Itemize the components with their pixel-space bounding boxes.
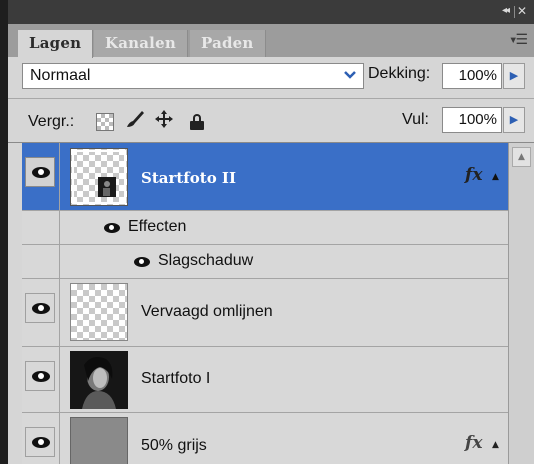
- panel-title-bar: ◂◂ ✕: [8, 0, 534, 24]
- layer-name[interactable]: Vervaagd omlijnen: [141, 303, 273, 321]
- visibility-cell: [22, 211, 60, 245]
- lock-all-icon[interactable]: [190, 114, 204, 130]
- tab-layers[interactable]: Lagen: [18, 30, 94, 58]
- visibility-toggle[interactable]: [25, 293, 55, 323]
- collapse-panel-button[interactable]: ◂◂: [502, 5, 510, 16]
- divider: [8, 98, 534, 99]
- eye-icon: [32, 167, 50, 178]
- eye-icon: [32, 303, 50, 314]
- effect-label: Slagschaduw: [158, 252, 254, 269]
- close-panel-button[interactable]: ✕: [517, 4, 527, 18]
- opacity-input[interactable]: 100%: [442, 63, 502, 89]
- visibility-toggle[interactable]: [25, 427, 55, 457]
- fill-slider-button[interactable]: ▶: [503, 107, 525, 133]
- lock-position-move-icon[interactable]: [153, 108, 175, 135]
- visibility-cell: [22, 279, 60, 346]
- fx-expand-toggle[interactable]: ▲: [492, 172, 499, 182]
- opacity-label: Dekking:: [368, 65, 431, 82]
- blend-mode-select[interactable]: Normaal: [22, 63, 364, 89]
- fx-icon[interactable]: fx: [465, 165, 482, 185]
- eye-icon[interactable]: [134, 257, 150, 267]
- visibility-toggle[interactable]: [25, 361, 55, 391]
- visibility-cell: [22, 413, 60, 464]
- layers-list: Startfoto II fx ▲ Effecten Slagschaduw V…: [22, 143, 508, 464]
- visibility-toggle[interactable]: [25, 157, 55, 187]
- layer-thumbnail: [70, 148, 128, 206]
- eye-icon: [32, 437, 50, 448]
- effects-group-row[interactable]: Effecten: [22, 211, 508, 245]
- title-bar-divider: [514, 6, 515, 18]
- visibility-cell: [22, 143, 60, 210]
- visibility-cell: [22, 347, 60, 412]
- layer-row-vervaagd-omlijnen[interactable]: Vervaagd omlijnen: [22, 279, 508, 347]
- tab-channels[interactable]: Kanalen: [94, 30, 188, 57]
- fx-expand-toggle[interactable]: ▲: [492, 440, 499, 450]
- layer-name[interactable]: 50% grijs: [141, 437, 207, 455]
- fill-label: Vul:: [402, 111, 429, 128]
- layers-scrollbar[interactable]: ▲: [508, 143, 534, 464]
- tab-paths[interactable]: Paden: [190, 30, 266, 57]
- layer-row-startfoto-ii[interactable]: Startfoto II fx ▲: [22, 143, 508, 211]
- layer-name[interactable]: Startfoto I: [141, 370, 210, 388]
- eye-icon: [32, 371, 50, 382]
- lock-label: Vergr.:: [28, 113, 75, 130]
- layer-thumbnail: [70, 351, 128, 409]
- visibility-cell: [22, 245, 60, 279]
- panel-tab-bar: Lagen Kanalen Paden ▾☰: [8, 24, 534, 58]
- opacity-slider-button[interactable]: ▶: [503, 63, 525, 89]
- scroll-up-button[interactable]: ▲: [512, 147, 531, 167]
- blend-mode-value: Normaal: [30, 67, 91, 84]
- eye-icon[interactable]: [104, 223, 120, 233]
- layer-thumbnail: [70, 283, 128, 341]
- panel-menu-icon[interactable]: ▾☰: [509, 32, 528, 48]
- effect-row-drop-shadow[interactable]: Slagschaduw: [22, 245, 508, 279]
- layer-name[interactable]: Startfoto II: [141, 169, 236, 187]
- layer-row-startfoto-i[interactable]: Startfoto I: [22, 347, 508, 413]
- lock-pixels-brush-icon[interactable]: [124, 108, 146, 135]
- effects-label: Effecten: [128, 218, 187, 235]
- layer-thumbnail: [70, 417, 128, 464]
- chevron-down-icon[interactable]: [339, 66, 361, 86]
- lock-transparency-icon[interactable]: [96, 113, 114, 131]
- layers-panel: ◂◂ ✕ Lagen Kanalen Paden ▾☰ Normaal Dekk…: [8, 0, 534, 464]
- layer-row-50-grijs[interactable]: 50% grijs fx ▲: [22, 413, 508, 464]
- fill-input[interactable]: 100%: [442, 107, 502, 133]
- fx-icon[interactable]: fx: [465, 433, 482, 453]
